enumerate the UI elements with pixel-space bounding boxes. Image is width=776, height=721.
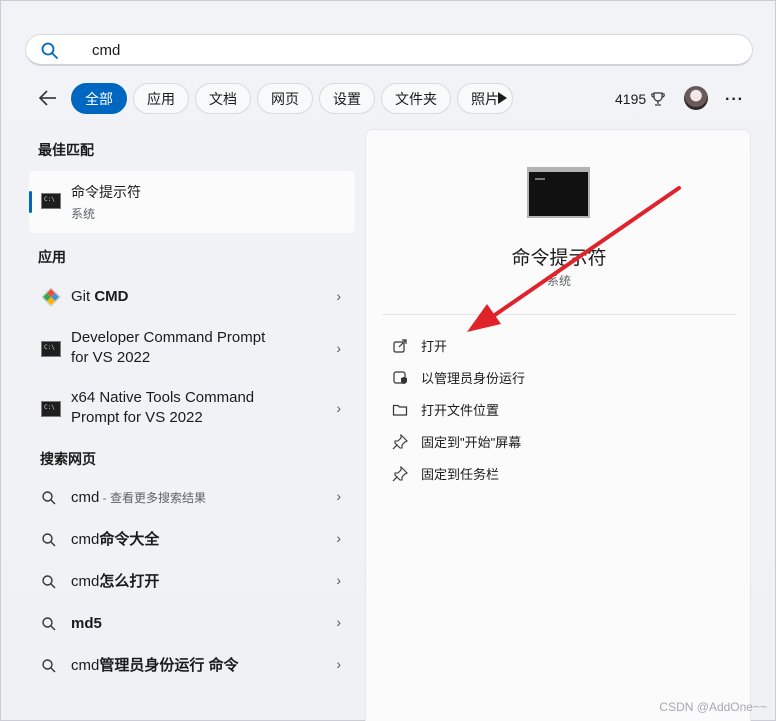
- filter-chip-folders[interactable]: 文件夹: [381, 83, 451, 114]
- trophy-icon: [651, 92, 666, 106]
- selection-indicator: [29, 191, 32, 213]
- command-prompt-icon: [41, 341, 61, 357]
- app-item-label: Git CMD: [71, 288, 129, 305]
- git-icon: [41, 287, 61, 307]
- search-input[interactable]: [92, 40, 692, 60]
- shield-icon: [393, 370, 407, 384]
- web-item[interactable]: cmd怎么打开 ›: [29, 563, 355, 601]
- app-item-label: Developer Command Prompt for VS 2022: [71, 329, 266, 366]
- pin-icon: [392, 465, 408, 481]
- more-options-icon[interactable]: ···: [725, 91, 744, 109]
- search-icon: [42, 659, 56, 673]
- best-match-name: 命令提示符: [71, 184, 141, 200]
- action-label: 以管理员身份运行: [421, 371, 526, 386]
- action-open-file-location[interactable]: 打开文件位置: [392, 400, 499, 419]
- watermark: CSDN @AddOne~~: [659, 700, 767, 714]
- filter-chip-apps[interactable]: 应用: [133, 83, 189, 114]
- detail-subtitle: 系统: [546, 274, 571, 288]
- web-search-heading: 搜索网页: [40, 451, 96, 467]
- filter-chip-all[interactable]: 全部: [71, 83, 127, 114]
- chevron-right-icon[interactable]: ›: [336, 340, 341, 356]
- search-panel: 全部 应用 文档 网页 设置 文件夹 照片 4195 ··· 最佳匹配 命令提示…: [0, 0, 776, 721]
- filter-chip-settings[interactable]: 设置: [319, 83, 375, 114]
- search-icon: [41, 42, 58, 59]
- search-box[interactable]: [25, 34, 753, 66]
- detail-pane: 命令提示符 系统 打开 以管理员身份运行 打开文件位置 固定到"开始"屏幕 固定…: [365, 129, 751, 721]
- app-item-git-cmd[interactable]: Git CMD ›: [29, 277, 355, 317]
- app-item-developer-command-prompt[interactable]: Developer Command Prompt for VS 2022 ›: [29, 327, 355, 371]
- chevron-right-icon[interactable]: ›: [336, 530, 341, 546]
- filter-chip-web[interactable]: 网页: [257, 83, 313, 114]
- web-item-label: cmd命令大全: [71, 531, 160, 548]
- web-item[interactable]: cmd - 查看更多搜索结果 ›: [29, 479, 355, 517]
- search-icon: [42, 575, 56, 589]
- command-prompt-large-icon: [527, 167, 590, 218]
- avatar[interactable]: [684, 86, 708, 110]
- divider: [382, 314, 736, 315]
- chevron-right-icon[interactable]: ›: [336, 400, 341, 416]
- best-match-heading: 最佳匹配: [38, 142, 94, 158]
- web-item[interactable]: cmd命令大全 ›: [29, 521, 355, 559]
- detail-title: 命令提示符: [511, 248, 607, 269]
- filter-chips: 全部 应用 文档 网页 设置 文件夹 照片: [71, 83, 513, 114]
- chevron-right-icon[interactable]: ›: [336, 288, 341, 304]
- best-match-type: 系统: [71, 207, 96, 221]
- apps-heading: 应用: [38, 249, 66, 265]
- action-pin-to-taskbar[interactable]: 固定到任务栏: [392, 464, 499, 483]
- rewards-points-value: 4195: [615, 91, 647, 107]
- web-item-label: cmd - 查看更多搜索结果: [71, 489, 207, 506]
- pin-icon: [392, 433, 408, 449]
- back-arrow-icon[interactable]: [37, 87, 59, 109]
- web-item-label: cmd怎么打开: [71, 573, 160, 590]
- best-match-item[interactable]: 命令提示符 系统: [29, 171, 355, 233]
- command-prompt-icon: [41, 193, 61, 209]
- chevron-right-icon[interactable]: ›: [336, 488, 341, 504]
- web-item-label: cmd管理员身份运行 命令: [71, 657, 239, 674]
- rewards-points[interactable]: 4195: [615, 91, 666, 107]
- search-icon: [42, 617, 56, 631]
- app-item-x64-native-tools[interactable]: x64 Native Tools Command Prompt for VS 2…: [29, 387, 355, 431]
- action-label: 打开: [421, 339, 448, 354]
- app-item-label: x64 Native Tools Command Prompt for VS 2…: [71, 389, 255, 426]
- action-open[interactable]: 打开: [392, 336, 447, 355]
- filter-chip-documents[interactable]: 文档: [195, 83, 251, 114]
- folder-icon: [392, 404, 408, 416]
- web-item[interactable]: md5 ›: [29, 605, 355, 643]
- action-label: 固定到任务栏: [421, 467, 500, 482]
- action-pin-to-start[interactable]: 固定到"开始"屏幕: [392, 432, 521, 451]
- more-filters-play-icon[interactable]: [495, 90, 509, 106]
- action-run-as-admin[interactable]: 以管理员身份运行: [392, 368, 525, 387]
- search-icon: [42, 533, 56, 547]
- action-label: 固定到"开始"屏幕: [421, 435, 522, 450]
- action-label: 打开文件位置: [421, 403, 500, 418]
- open-external-icon: [393, 338, 407, 353]
- chevron-right-icon[interactable]: ›: [336, 572, 341, 588]
- web-item[interactable]: cmd管理员身份运行 命令 ›: [29, 647, 355, 685]
- chevron-right-icon[interactable]: ›: [336, 656, 341, 672]
- web-item-label: md5: [71, 615, 102, 632]
- command-prompt-icon: [41, 401, 61, 417]
- chevron-right-icon[interactable]: ›: [336, 614, 341, 630]
- search-icon: [42, 491, 56, 505]
